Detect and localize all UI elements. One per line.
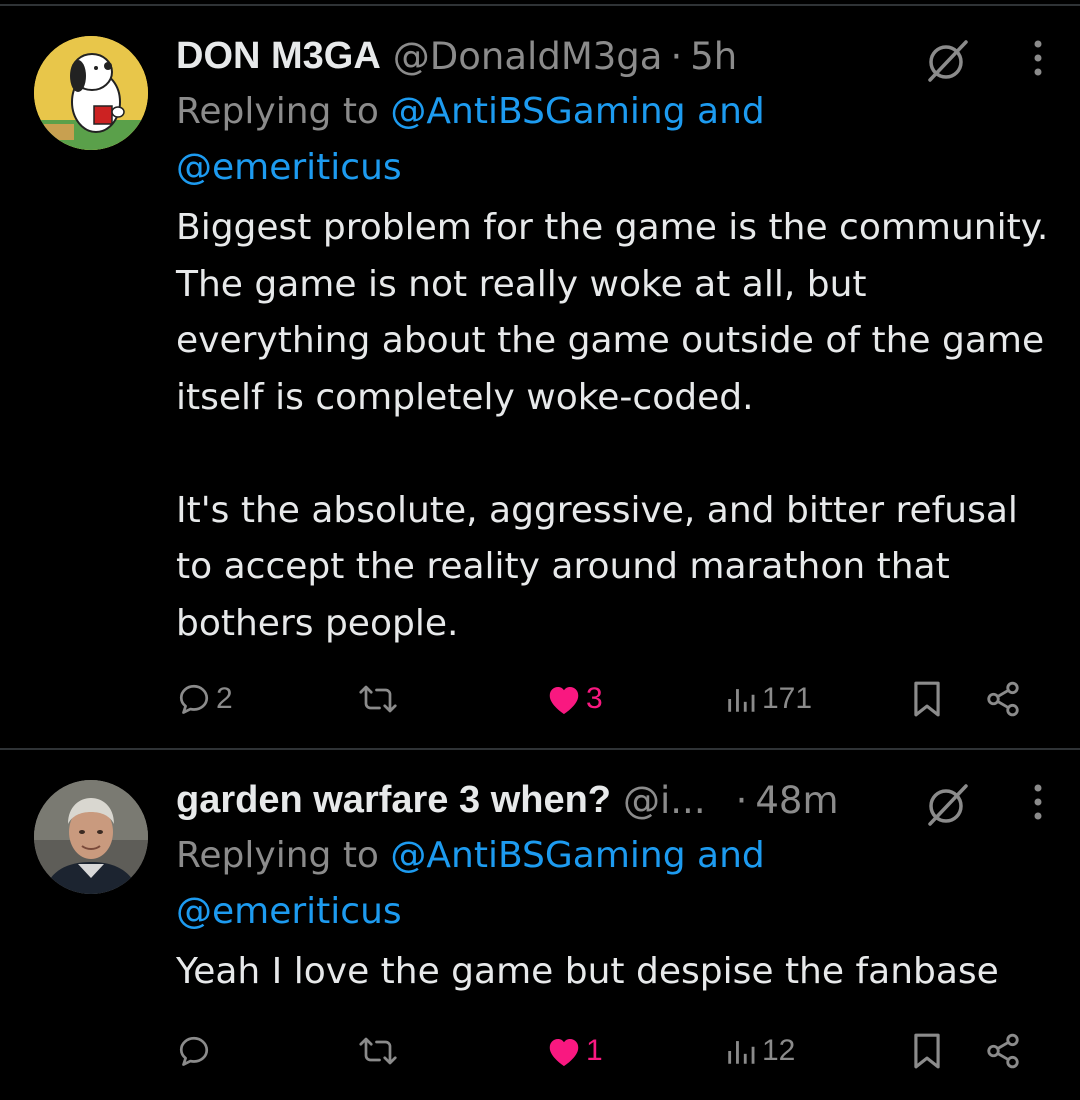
- reply-button[interactable]: [176, 1026, 216, 1076]
- mention-link[interactable]: @emeriticus: [176, 147, 402, 188]
- retweet-icon: [359, 685, 397, 713]
- user-handle[interactable]: @i...: [623, 779, 706, 822]
- tweet-header: garden warfare 3 when? @i... · 48m: [176, 772, 1050, 828]
- tweet-2[interactable]: garden warfare 3 when? @i... · 48m Reply…: [0, 750, 1080, 1100]
- avatar[interactable]: [34, 780, 148, 894]
- share-icon: [987, 681, 1019, 717]
- reply-button[interactable]: 2: [176, 674, 233, 724]
- mention-and[interactable]: and: [686, 835, 765, 876]
- replying-to: Replying to @AntiBSGaming and @emeriticu…: [176, 828, 1050, 940]
- replying-to-prefix: Replying to: [176, 835, 391, 876]
- like-count: 1: [586, 1034, 603, 1067]
- share-button[interactable]: [984, 1026, 1022, 1076]
- replying-to-prefix: Replying to: [176, 91, 391, 132]
- display-name[interactable]: DON M3GA: [176, 35, 381, 78]
- snoopy-avatar-icon: [34, 36, 148, 150]
- like-button[interactable]: 1: [546, 1026, 603, 1076]
- separator-dot: ·: [735, 778, 748, 822]
- bookmark-button[interactable]: [910, 674, 944, 724]
- tweet-header: DON M3GA @DonaldM3ga · 5h: [176, 28, 1050, 84]
- mention-and[interactable]: and: [686, 91, 765, 132]
- share-button[interactable]: [984, 674, 1022, 724]
- more-options-icon[interactable]: [1028, 780, 1048, 824]
- avatar[interactable]: [34, 36, 148, 150]
- share-icon: [987, 1033, 1019, 1069]
- mention-link[interactable]: @AntiBSGaming: [390, 91, 685, 132]
- mention-link[interactable]: @AntiBSGaming: [390, 835, 685, 876]
- views-button[interactable]: 171: [724, 674, 812, 724]
- separator-dot: ·: [670, 34, 683, 78]
- tweet-text: Biggest problem for the game is the comm…: [176, 207, 1049, 644]
- bookmark-icon: [914, 1033, 940, 1069]
- reply-icon: [179, 684, 209, 714]
- view-count: 12: [762, 1034, 796, 1067]
- retweet-icon: [359, 1037, 397, 1065]
- views-button[interactable]: 12: [724, 1026, 795, 1076]
- user-handle[interactable]: @DonaldM3ga: [393, 35, 663, 78]
- retweet-button[interactable]: [358, 674, 402, 724]
- reply-icon: [179, 1036, 209, 1066]
- timestamp[interactable]: 5h: [690, 35, 737, 78]
- display-name[interactable]: garden warfare 3 when?: [176, 779, 611, 822]
- replying-to: Replying to @AntiBSGaming and @emeriticu…: [176, 84, 1050, 196]
- heart-icon: [549, 1039, 579, 1066]
- view-count: 171: [762, 682, 813, 715]
- views-chart-icon: [728, 689, 755, 712]
- reply-count: 2: [216, 682, 233, 715]
- bookmark-button[interactable]: [910, 1026, 944, 1076]
- tweet-actions: 1 12: [176, 1026, 1050, 1076]
- person-photo-avatar-icon: [34, 780, 148, 894]
- grok-slash-icon[interactable]: [924, 780, 972, 828]
- mention-link[interactable]: @emeriticus: [176, 891, 402, 932]
- views-chart-icon: [728, 1041, 755, 1064]
- more-options-icon[interactable]: [1028, 36, 1048, 80]
- like-button[interactable]: 3: [546, 674, 603, 724]
- bookmark-icon: [914, 681, 940, 717]
- heart-icon: [549, 687, 579, 714]
- tweet-actions: 2 3 171: [176, 674, 1050, 724]
- retweet-button[interactable]: [358, 1026, 402, 1076]
- tweet-1[interactable]: DON M3GA @DonaldM3ga · 5h Replying to @A…: [0, 6, 1080, 748]
- tweet-text: Yeah I love the game but despise the fan…: [176, 951, 999, 992]
- like-count: 3: [586, 682, 603, 715]
- grok-slash-icon[interactable]: [924, 36, 972, 84]
- timestamp[interactable]: 48m: [755, 779, 838, 822]
